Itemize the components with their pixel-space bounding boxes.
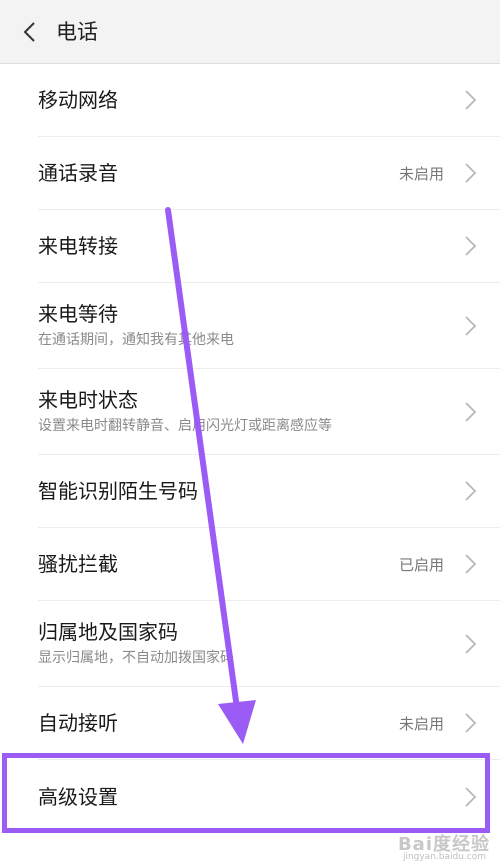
settings-item-title: 智能识别陌生号码	[38, 479, 198, 503]
settings-item-call-forwarding[interactable]: 来电转接	[38, 210, 500, 283]
settings-item-title: 骚扰拦截	[38, 552, 118, 576]
chevron-right-icon	[465, 236, 477, 256]
settings-item-title: 自动接听	[38, 711, 118, 735]
page-title: 电话	[56, 20, 98, 44]
settings-item-smart-caller-id[interactable]: 智能识别陌生号码	[38, 455, 500, 528]
chevron-right-icon	[465, 481, 477, 501]
settings-item-title: 来电转接	[38, 234, 118, 258]
watermark-url: jingyan.baidu.com	[402, 852, 486, 862]
chevron-right-icon	[465, 786, 477, 807]
chevron-right-icon	[465, 633, 477, 654]
settings-item-title: 高级设置	[38, 784, 118, 809]
settings-item-mobile-network[interactable]: 移动网络	[38, 64, 500, 137]
settings-item-title: 通话录音	[38, 161, 118, 185]
settings-item-subtitle: 设置来电时翻转静音、启用闪光灯或距离感应等	[38, 418, 332, 434]
settings-item-title: 来电时状态	[38, 388, 138, 412]
settings-item-title: 移动网络	[38, 88, 118, 112]
settings-item-incoming-call-state[interactable]: 来电时状态 设置来电时翻转静音、启用闪光灯或距离感应等	[38, 369, 500, 455]
settings-item-subtitle: 显示归属地，不自动加拨国家码	[38, 650, 234, 666]
settings-item-spam-blocking[interactable]: 骚扰拦截 已启用	[38, 528, 500, 601]
status-text: 未启用	[398, 164, 444, 183]
back-button[interactable]	[12, 14, 46, 50]
settings-item-title: 来电等待	[38, 302, 118, 326]
settings-item-location-country-code[interactable]: 归属地及国家码 显示归属地，不自动加拨国家码	[38, 601, 500, 687]
settings-list: 移动网络 通话录音 未启用 来电转接 来电等待 在通话期间，通知我有其他来电 来…	[0, 64, 500, 833]
chevron-right-icon	[465, 401, 477, 422]
top-bar: 电话	[0, 0, 500, 64]
settings-item-advanced[interactable]: 高级设置	[38, 760, 500, 833]
chevron-right-icon	[465, 315, 477, 336]
chevron-right-icon	[465, 163, 477, 183]
status-text: 已启用	[398, 555, 444, 574]
chevron-left-icon	[23, 22, 35, 42]
chevron-right-icon	[465, 90, 477, 110]
settings-item-call-waiting[interactable]: 来电等待 在通话期间，通知我有其他来电	[38, 283, 500, 369]
chevron-right-icon	[465, 713, 477, 733]
status-text: 未启用	[398, 714, 444, 733]
settings-item-call-recording[interactable]: 通话录音 未启用	[38, 137, 500, 210]
settings-item-title: 归属地及国家码	[38, 620, 178, 644]
settings-item-auto-answer[interactable]: 自动接听 未启用	[38, 687, 500, 760]
settings-item-subtitle: 在通话期间，通知我有其他来电	[38, 332, 234, 348]
chevron-right-icon	[465, 554, 477, 574]
